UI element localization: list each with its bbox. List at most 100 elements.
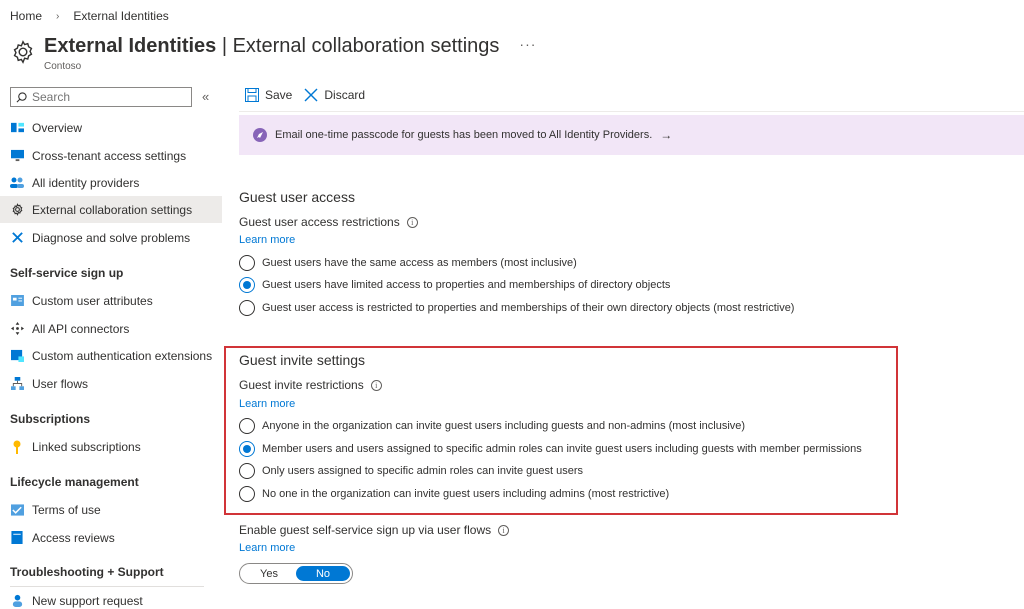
page-title: External Identities | External collabora… [44, 34, 499, 58]
sidebar-item-label: Overview [32, 120, 83, 135]
section-title-guest-invite: Guest invite settings [239, 352, 366, 368]
guest-access-label-text: Guest user access restrictions [239, 215, 400, 229]
info-banner[interactable]: Email one-time passcode for guests has b… [239, 115, 1024, 155]
self-service-label: Enable guest self-service sign up via us… [239, 523, 510, 537]
more-icon[interactable]: ··· [519, 36, 536, 52]
sidebar-item-label: Custom user attributes [32, 293, 153, 308]
self-service-toggle[interactable]: Yes No [239, 563, 353, 584]
sidebar-item-overview[interactable]: Overview [0, 114, 222, 141]
arrow-right-icon[interactable]: → [660, 128, 672, 142]
learn-more-link[interactable]: Learn more [239, 542, 295, 554]
sidebar-item-label: Linked subscriptions [32, 439, 141, 454]
sidebar-item-api-connectors[interactable]: All API connectors [0, 315, 222, 342]
sidebar-item-label: All identity providers [32, 175, 140, 190]
sidebar-item-access-reviews[interactable]: Access reviews [0, 524, 222, 551]
radio-button[interactable] [239, 441, 255, 457]
search-input[interactable] [32, 90, 182, 104]
breadcrumb-home[interactable]: Home [10, 9, 42, 23]
search-box[interactable] [10, 87, 192, 107]
discard-label: Discard [324, 88, 366, 102]
guest-invite-label: Guest invite restrictions i [239, 378, 382, 392]
sidebar-item-diagnose[interactable]: Diagnose and solve problems [0, 224, 222, 251]
sidebar-item-identity-providers[interactable]: All identity providers [0, 169, 222, 196]
guest-access-label: Guest user access restrictions i [239, 215, 418, 229]
sidebar-item-label: Cross-tenant access settings [32, 148, 187, 163]
support-icon [10, 594, 24, 608]
monitor-icon [10, 149, 24, 163]
radio-button[interactable] [239, 463, 255, 479]
chevron-right-icon: › [56, 10, 60, 22]
radio-label: No one in the organization can invite gu… [262, 488, 670, 500]
sidebar-item-cross-tenant[interactable]: Cross-tenant access settings [0, 142, 222, 169]
gear-icon [13, 40, 33, 64]
save-icon [245, 88, 259, 102]
guest-access-option-1[interactable]: Guest users have limited access to prope… [239, 277, 670, 293]
page-title-rest: | External collaboration settings [216, 35, 500, 57]
guest-access-option-2[interactable]: Guest user access is restricted to prope… [239, 300, 794, 316]
toggle-yes[interactable]: Yes [242, 566, 296, 581]
guest-invite-option-0[interactable]: Anyone in the organization can invite gu… [239, 418, 745, 434]
breadcrumb-current[interactable]: External Identities [73, 9, 168, 23]
checklist-icon [10, 503, 24, 517]
gear-icon [10, 203, 24, 217]
sidebar-item-label: New support request [32, 593, 143, 608]
sidebar: « Overview Cross-tenant access settings … [0, 82, 222, 609]
command-bar: Save Discard [245, 88, 377, 102]
radio-label: Member users and users assigned to speci… [262, 443, 862, 455]
overview-icon [10, 121, 24, 135]
radio-button[interactable] [239, 486, 255, 502]
divider [239, 111, 1024, 112]
rocket-icon [253, 128, 267, 142]
attributes-icon [10, 294, 24, 308]
radio-label: Only users assigned to specific admin ro… [262, 465, 583, 477]
radio-button[interactable] [239, 418, 255, 434]
learn-more-link[interactable]: Learn more [239, 398, 295, 410]
collapse-sidebar-icon[interactable]: « [202, 89, 209, 104]
extension-icon [10, 349, 24, 363]
sidebar-item-label: Diagnose and solve problems [32, 230, 191, 245]
radio-label: Guest user access is restricted to prope… [262, 302, 795, 314]
close-icon [304, 88, 318, 102]
discard-button[interactable]: Discard [304, 88, 365, 102]
sidebar-item-terms-of-use[interactable]: Terms of use [0, 496, 222, 523]
sidebar-item-linked-subscriptions[interactable]: Linked subscriptions [0, 433, 222, 460]
page-header: External Identities | External collabora… [10, 34, 536, 65]
connector-icon [10, 322, 24, 336]
radio-button[interactable] [239, 255, 255, 271]
sidebar-item-auth-extensions[interactable]: Custom authentication extensions [0, 342, 222, 369]
wrench-icon [10, 231, 24, 245]
info-icon[interactable]: i [498, 524, 510, 536]
radio-button[interactable] [239, 277, 255, 293]
radio-label: Anyone in the organization can invite gu… [262, 420, 746, 432]
sidebar-item-label: Terms of use [32, 502, 101, 517]
sidebar-item-user-flows[interactable]: User flows [0, 370, 222, 397]
sidebar-item-label: Access reviews [32, 530, 115, 545]
sidebar-item-external-collaboration[interactable]: External collaboration settings [0, 196, 222, 223]
search-icon [16, 91, 27, 102]
sidebar-item-label: User flows [32, 376, 89, 391]
radio-button[interactable] [239, 300, 255, 316]
sidebar-item-support-request[interactable]: New support request [0, 587, 222, 609]
radio-label: Guest users have the same access as memb… [262, 257, 577, 269]
guest-invite-option-1[interactable]: Member users and users assigned to speci… [239, 441, 862, 457]
toggle-no[interactable]: No [296, 566, 350, 581]
guest-invite-option-2[interactable]: Only users assigned to specific admin ro… [239, 463, 583, 479]
sidebar-item-label: External collaboration settings [32, 202, 193, 217]
section-subscriptions: Subscriptions [10, 412, 91, 426]
guest-invite-label-text: Guest invite restrictions [239, 378, 364, 392]
key-icon [10, 440, 24, 454]
save-button[interactable]: Save [245, 88, 292, 102]
radio-label: Guest users have limited access to prope… [262, 279, 671, 291]
info-icon[interactable]: i [406, 216, 418, 228]
guest-invite-option-3[interactable]: No one in the organization can invite gu… [239, 486, 669, 502]
section-title-guest-access: Guest user access [239, 189, 355, 205]
users-icon [10, 176, 24, 190]
book-icon [10, 531, 24, 545]
info-icon[interactable]: i [370, 379, 382, 391]
flow-icon [10, 377, 24, 391]
sidebar-item-custom-attributes[interactable]: Custom user attributes [0, 287, 222, 314]
guest-access-option-0[interactable]: Guest users have the same access as memb… [239, 255, 577, 271]
sidebar-item-label: All API connectors [32, 321, 130, 336]
save-label: Save [265, 88, 293, 102]
learn-more-link[interactable]: Learn more [239, 234, 295, 246]
